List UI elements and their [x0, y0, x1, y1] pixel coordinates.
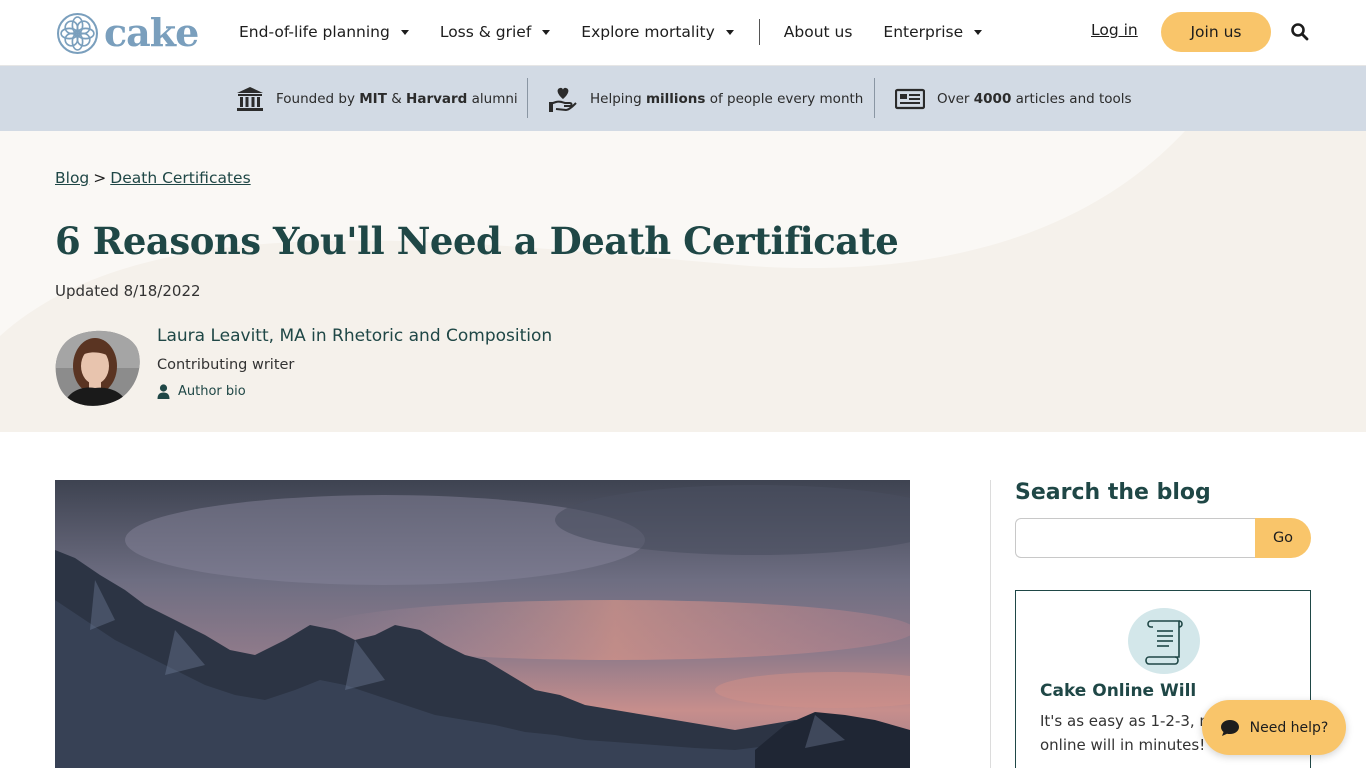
trust-articles: Over 4000 articles and tools — [895, 66, 1132, 131]
breadcrumb-death-certificates[interactable]: Death Certificates — [110, 169, 250, 187]
chevron-down-icon — [542, 29, 551, 35]
nav-label: About us — [783, 23, 853, 41]
nav-about-us[interactable]: About us — [784, 23, 853, 41]
trust-founded: Founded by MIT & Harvard alumni — [236, 66, 518, 131]
blog-search-form: Go — [1015, 518, 1311, 558]
nav-label: Enterprise — [883, 23, 964, 41]
card-title: Cake Online Will — [1040, 681, 1197, 701]
chat-bubble-icon — [1220, 719, 1239, 736]
nav-label: End-of-life planning — [239, 23, 390, 41]
blog-search-input[interactable] — [1015, 518, 1275, 558]
author-bio-label: Author bio — [178, 384, 246, 399]
breadcrumb-separator: > — [93, 169, 107, 187]
nav-end-of-life-planning[interactable]: End-of-life planning — [239, 23, 409, 41]
newspaper-icon — [895, 88, 925, 109]
scroll-document-icon — [1128, 608, 1200, 674]
article-hero: Blog > Death Certificates 6 Reasons You'll… — [0, 131, 1366, 432]
author-role: Contributing writer — [157, 357, 295, 373]
author-name: Laura Leavitt, MA in Rhetoric and Compos… — [157, 326, 553, 346]
chevron-down-icon — [725, 29, 734, 35]
sidebar-search-title: Search the blog — [1015, 480, 1211, 505]
nav-explore-mortality[interactable]: Explore mortality — [581, 23, 734, 41]
author-avatar — [55, 330, 140, 406]
nav-loss-grief[interactable]: Loss & grief — [439, 23, 551, 41]
need-help-label: Need help? — [1249, 719, 1329, 736]
logo-wordmark: cake — [104, 10, 199, 55]
updated-date: Updated 8/18/2022 — [55, 282, 201, 300]
nav-label: Explore mortality — [581, 23, 715, 41]
trust-bar: Founded by MIT & Harvard alumni Helping … — [0, 66, 1366, 131]
main-nav: End-of-life planning Loss & grief Explor… — [239, 0, 1013, 64]
sidebar-divider — [990, 480, 991, 768]
cake-logo[interactable]: cake — [57, 10, 199, 55]
chevron-down-icon — [400, 29, 409, 35]
nav-enterprise[interactable]: Enterprise — [883, 23, 983, 41]
trust-text: Over 4000 articles and tools — [937, 90, 1132, 107]
nav-label: Loss & grief — [439, 23, 532, 41]
top-navigation: cake End-of-life planning Loss & grief E… — [0, 0, 1366, 66]
nav-divider — [758, 19, 760, 45]
heart-hand-icon — [549, 87, 577, 112]
person-icon — [157, 384, 170, 399]
page-title: 6 Reasons You'll Need a Death Certificat… — [55, 219, 899, 263]
author-bio-link[interactable]: Author bio — [157, 384, 246, 399]
login-link[interactable]: Log in — [1091, 21, 1138, 39]
trust-divider — [527, 78, 528, 118]
search-go-button[interactable]: Go — [1255, 518, 1311, 558]
need-help-button[interactable]: Need help? — [1202, 700, 1346, 755]
institution-icon — [237, 86, 263, 111]
chevron-down-icon — [974, 29, 983, 35]
trust-divider — [874, 78, 875, 118]
trust-helping: Helping millions of people every month — [548, 66, 863, 131]
join-button[interactable]: Join us — [1161, 12, 1271, 52]
lotus-logo-icon — [57, 12, 98, 54]
breadcrumb-blog[interactable]: Blog — [55, 169, 89, 187]
article-hero-image — [55, 480, 910, 768]
trust-text: Helping millions of people every month — [590, 90, 864, 107]
trust-text: Founded by MIT & Harvard alumni — [276, 90, 518, 107]
search-icon[interactable] — [1290, 22, 1310, 42]
breadcrumb: Blog > Death Certificates — [55, 169, 251, 187]
